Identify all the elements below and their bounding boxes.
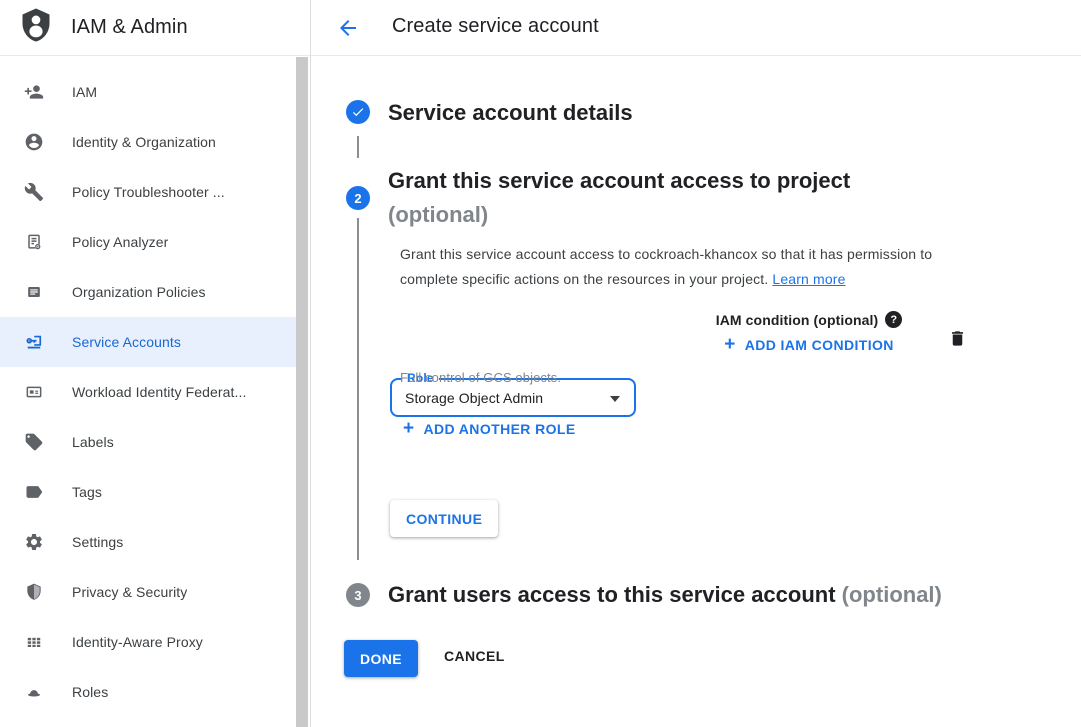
help-glyph: ?	[890, 314, 897, 326]
role-helper-text: Full control of GCS objects.	[400, 370, 561, 385]
badge-card-icon	[24, 382, 44, 402]
iam-condition-label: IAM condition (optional)	[716, 312, 879, 328]
sidebar-item-roles[interactable]: Roles	[0, 667, 296, 717]
sidebar-scrollbar[interactable]	[296, 57, 308, 727]
iam-condition-label-row: IAM condition (optional) ?	[716, 311, 903, 328]
page-title: Create service account	[392, 15, 599, 38]
sidebar-item-settings[interactable]: Settings	[0, 517, 296, 567]
policy-analyzer-icon	[24, 232, 44, 252]
step3-heading[interactable]: Grant users access to this service accou…	[388, 578, 942, 612]
sidebar-nav: IAM Identity & Organization Policy Troub…	[0, 56, 296, 717]
back-arrow-icon[interactable]	[335, 15, 361, 41]
sidebar-item-service-accounts[interactable]: Service Accounts	[0, 317, 296, 367]
shield-icon	[24, 582, 44, 602]
sidebar-item-identity-organization[interactable]: Identity & Organization	[0, 117, 296, 167]
app-title: IAM & Admin	[71, 16, 188, 39]
plus-icon: +	[403, 422, 415, 436]
sidebar-item-label: IAM	[72, 84, 97, 100]
sidebar-item-label: Tags	[72, 484, 102, 500]
step2-description-text: Grant this service account access to coc…	[400, 246, 932, 287]
sidebar-item-label: Policy Troubleshooter ...	[72, 184, 225, 200]
step-connector-line	[357, 136, 359, 158]
wrench-icon	[24, 182, 44, 202]
cancel-button[interactable]: CANCEL	[444, 648, 505, 664]
trash-icon	[948, 328, 967, 349]
step2-badge: 2	[346, 186, 370, 210]
sidebar-item-label: Organization Policies	[72, 284, 206, 300]
step2-description: Grant this service account access to coc…	[400, 242, 986, 292]
gear-icon	[24, 532, 44, 552]
plus-icon: +	[724, 338, 736, 352]
person-add-icon	[24, 82, 44, 102]
account-circle-icon	[24, 132, 44, 152]
step2-title: Grant this service account access to pro…	[388, 168, 850, 193]
sidebar-item-organization-policies[interactable]: Organization Policies	[0, 267, 296, 317]
step2-number: 2	[354, 191, 361, 206]
add-another-role-label: ADD ANOTHER ROLE	[424, 421, 576, 437]
sidebar-item-label: Identity-Aware Proxy	[72, 634, 203, 650]
main-panel: Create service account Service account d…	[311, 0, 1081, 727]
main-header: Create service account	[311, 0, 1081, 56]
step2-heading: Grant this service account access to pro…	[388, 164, 948, 232]
step3-badge: 3	[346, 583, 370, 607]
document-list-icon	[24, 282, 44, 302]
sidebar-item-policy-analyzer[interactable]: Policy Analyzer	[0, 217, 296, 267]
role-selected-value: Storage Object Admin	[392, 390, 543, 406]
sidebar-item-label: Labels	[72, 434, 114, 450]
add-another-role-button[interactable]: + ADD ANOTHER ROLE	[403, 421, 576, 437]
tag-arrow-icon	[24, 482, 44, 502]
add-iam-condition-button[interactable]: + ADD IAM CONDITION	[724, 337, 894, 353]
step2-optional-label: (optional)	[388, 202, 488, 227]
step3-number: 3	[354, 588, 361, 603]
sidebar-item-label: Service Accounts	[72, 334, 181, 350]
step3-optional-label: (optional)	[842, 582, 942, 607]
step3-title: Grant users access to this service accou…	[388, 582, 836, 607]
iam-condition-section: IAM condition (optional) ? + ADD IAM CON…	[696, 311, 922, 353]
sidebar-header: IAM & Admin	[0, 0, 310, 56]
step1-title[interactable]: Service account details	[388, 96, 633, 130]
continue-button[interactable]: CONTINUE	[390, 500, 498, 537]
sidebar-item-privacy-security[interactable]: Privacy & Security	[0, 567, 296, 617]
sidebar-item-label: Policy Analyzer	[72, 234, 168, 250]
sidebar-item-label: Roles	[72, 684, 108, 700]
sidebar: IAM & Admin IAM Identity & Organization …	[0, 0, 311, 727]
sidebar-item-identity-aware-proxy[interactable]: Identity-Aware Proxy	[0, 617, 296, 667]
sidebar-item-tags[interactable]: Tags	[0, 467, 296, 517]
check-icon	[351, 105, 365, 119]
proxy-rows-icon	[24, 632, 44, 652]
step2-connector-line	[357, 218, 359, 560]
iam-admin-shield-logo-icon	[18, 7, 54, 48]
sidebar-item-label: Identity & Organization	[72, 134, 216, 150]
sidebar-item-policy-troubleshooter[interactable]: Policy Troubleshooter ...	[0, 167, 296, 217]
dropdown-arrow-icon	[610, 396, 620, 402]
add-iam-condition-label: ADD IAM CONDITION	[745, 337, 894, 353]
sidebar-item-workload-identity-federation[interactable]: Workload Identity Federat...	[0, 367, 296, 417]
sidebar-item-label: Workload Identity Federat...	[72, 384, 247, 400]
learn-more-link[interactable]: Learn more	[772, 271, 845, 287]
sidebar-item-label: Settings	[72, 534, 123, 550]
sidebar-item-iam[interactable]: IAM	[0, 67, 296, 117]
sidebar-item-labels[interactable]: Labels	[0, 417, 296, 467]
roles-hat-icon	[24, 682, 44, 702]
help-icon[interactable]: ?	[885, 311, 902, 328]
delete-role-button[interactable]	[945, 326, 969, 350]
done-button[interactable]: DONE	[344, 640, 418, 677]
service-account-key-icon	[24, 332, 44, 352]
label-tag-icon	[24, 432, 44, 452]
step1-complete-badge	[346, 100, 370, 124]
sidebar-item-label: Privacy & Security	[72, 584, 187, 600]
